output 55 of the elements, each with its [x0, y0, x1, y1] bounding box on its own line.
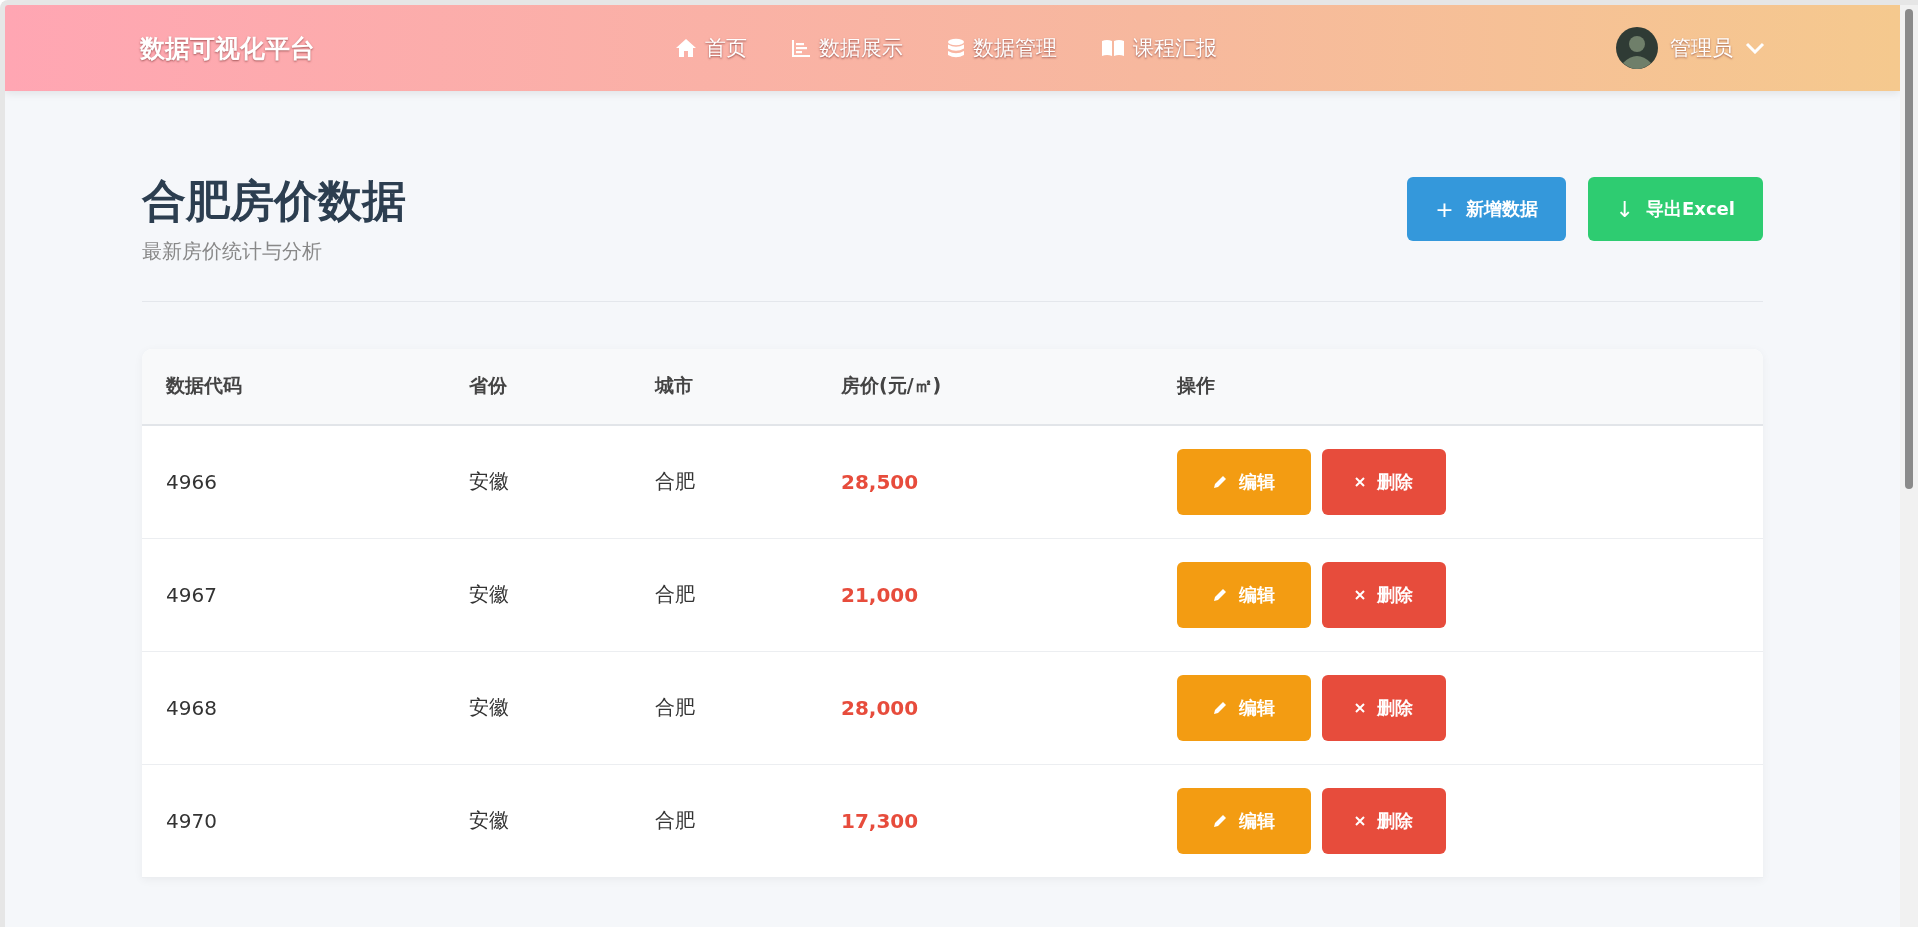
user-name[interactable]: 管理员	[1670, 34, 1733, 62]
price-cell-text: 17,300	[840, 808, 920, 833]
column-header: 数据代码	[165, 373, 243, 399]
price-cell-text: 21,000	[840, 582, 920, 607]
delete-button[interactable]: 删除	[1322, 674, 1446, 741]
table-cell-text: 安徽	[468, 468, 510, 496]
price-cell-text: 28,500	[840, 469, 920, 494]
delete-button[interactable]: 删除	[1322, 787, 1446, 854]
table-cell-text: 安徽	[468, 581, 510, 609]
export-button[interactable]: ↓ 导出Excel	[1587, 177, 1763, 241]
delete-button[interactable]: 删除	[1322, 448, 1446, 515]
table-cell-text: 合肥	[654, 807, 696, 835]
page-subtitle: 最新房价统计与分析	[142, 237, 323, 265]
scrollbar[interactable]	[1900, 5, 1918, 927]
price-cell-text: 28,000	[840, 695, 920, 720]
nav-link[interactable]: 课程汇报	[1101, 34, 1217, 62]
page-title: 合肥房价数据	[142, 175, 406, 228]
nav-link[interactable]: 数据展示	[791, 34, 903, 62]
table-cell-text: 安徽	[468, 694, 510, 722]
nav-link[interactable]: 首页	[675, 34, 747, 62]
brand-title[interactable]: 数据可视化平台	[140, 31, 675, 65]
close-icon	[1355, 476, 1365, 487]
column-header: 操作	[1175, 373, 1216, 399]
close-icon	[1355, 589, 1365, 600]
home-icon	[675, 38, 697, 58]
database-icon	[947, 37, 965, 59]
table-cell-text: 安徽	[468, 807, 510, 835]
column-header: 省份	[468, 373, 508, 399]
edit-button[interactable]: 编辑	[1177, 674, 1311, 741]
close-icon	[1355, 702, 1365, 713]
table-cell-text: 4968	[165, 695, 218, 720]
column-header: 房价(元/㎡)	[840, 373, 943, 399]
edit-button[interactable]: 编辑	[1177, 448, 1311, 515]
column-header: 城市	[653, 373, 694, 399]
edit-button[interactable]: 编辑	[1177, 787, 1311, 854]
open-book-icon	[1101, 39, 1125, 57]
close-icon	[1355, 815, 1365, 826]
table-cell-text: 合肥	[654, 694, 696, 722]
add-data-button[interactable]: + 新增数据	[1407, 177, 1566, 241]
bar-chart-icon	[791, 38, 811, 58]
pencil-icon	[1213, 587, 1227, 602]
pencil-icon	[1213, 813, 1227, 828]
edit-button[interactable]: 编辑	[1177, 561, 1311, 628]
chevron-down-icon[interactable]	[1745, 42, 1765, 54]
table-cell-text: 合肥	[654, 581, 696, 609]
table-cell-text: 4966	[165, 469, 218, 494]
delete-button[interactable]: 删除	[1322, 561, 1446, 628]
avatar[interactable]	[1616, 27, 1658, 69]
table-cell-text: 合肥	[654, 468, 696, 496]
pencil-icon	[1213, 474, 1227, 489]
scrollbar-thumb[interactable]	[1905, 9, 1913, 489]
table-cell-text: 4970	[165, 808, 218, 833]
table-cell-text: 4967	[165, 582, 218, 607]
nav-link[interactable]: 数据管理	[947, 34, 1057, 62]
pencil-icon	[1213, 700, 1227, 715]
